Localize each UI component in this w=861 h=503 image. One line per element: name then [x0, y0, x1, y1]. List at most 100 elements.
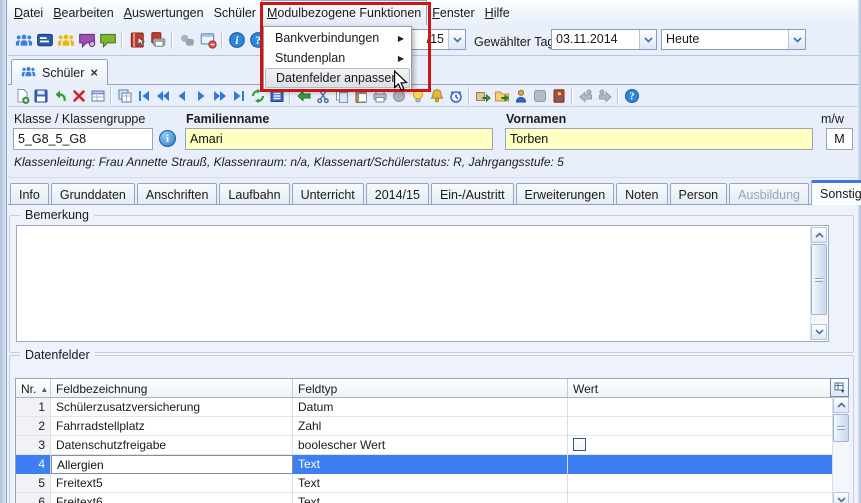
svg-text:?: ? [629, 91, 634, 102]
tab-erweiterungen[interactable]: Erweiterungen [516, 183, 615, 205]
last-record-icon[interactable] [229, 87, 248, 105]
quick-date-value: Heute [662, 30, 788, 49]
scroll-up-icon[interactable] [811, 227, 827, 243]
tab-info[interactable]: Info [10, 183, 49, 205]
table-row[interactable]: 6 Freitext6 Text [16, 493, 839, 503]
column-header-feldbezeichnung[interactable]: Feldbezeichnung [51, 379, 293, 397]
bemerkung-textarea[interactable] [16, 225, 829, 342]
tab-2014-15[interactable]: 2014/15 [366, 183, 429, 205]
familienname-input[interactable] [185, 128, 493, 150]
info-icon[interactable]: i [226, 30, 247, 50]
table-row[interactable]: 2 Fahrradstellplatz Zahl [16, 417, 839, 436]
document-tab-schueler[interactable]: Schüler × [11, 59, 108, 85]
date-combobox[interactable]: 03.11.2014 [551, 29, 657, 50]
document-tab-strip: Schüler × [8, 56, 858, 85]
next-icon[interactable] [191, 87, 210, 105]
cell-wert [568, 474, 839, 493]
import-folder-icon[interactable] [492, 87, 511, 105]
scroll-up-icon[interactable] [833, 397, 849, 413]
close-tab-icon[interactable]: × [90, 66, 98, 79]
cell-feldbezeichnung: Schülerzusatzversicherung [51, 398, 293, 417]
undo-icon[interactable] [50, 87, 69, 105]
cell-feldbezeichnung-editing[interactable]: Allergien [51, 455, 293, 474]
class-info-icon[interactable]: i [159, 130, 176, 147]
menu-hilfe[interactable]: Hilfe [480, 0, 515, 25]
teachers-icon[interactable] [55, 30, 76, 50]
combobox-arrow-icon[interactable] [639, 30, 656, 49]
message-badge-icon[interactable] [76, 30, 97, 50]
message-icon[interactable] [97, 30, 118, 50]
table-row[interactable]: 3 Datenschutzfreigabe boolescher Wert [16, 436, 839, 455]
tab-anschriften[interactable]: Anschriften [137, 183, 218, 205]
delete-icon[interactable] [69, 87, 88, 105]
table-row-selected[interactable]: 4 Allergien Text [16, 455, 839, 474]
column-header-feldtyp[interactable]: Feldtyp [293, 379, 568, 397]
quick-date-combobox[interactable]: Heute [661, 29, 806, 50]
tab-sonstiges[interactable]: Sonstiges [811, 180, 861, 205]
help-icon[interactable]: ? [622, 87, 641, 105]
fast-prior-icon[interactable] [153, 87, 172, 105]
cell-feldbezeichnung: Freitext5 [51, 474, 293, 493]
cell-feldbezeichnung: Freitext6 [51, 493, 293, 503]
menu-schueler[interactable]: Schüler [209, 0, 261, 25]
tab-ein-austritt[interactable]: Ein-/Austritt [431, 183, 514, 205]
export-icon[interactable] [473, 87, 492, 105]
cell-feldbezeichnung: Fahrradstellplatz [51, 417, 293, 436]
menu-auswertungen[interactable]: Auswertungen [119, 0, 209, 25]
menu-bearbeiten[interactable]: Bearbeiten [48, 0, 118, 25]
klasse-input[interactable] [13, 128, 153, 150]
fast-next-icon[interactable] [210, 87, 229, 105]
klasse-label: Klasse / Klassengruppe [14, 112, 145, 126]
report-book-icon[interactable] [126, 30, 147, 50]
toolbar-separator [221, 31, 223, 49]
students-icon[interactable] [13, 30, 34, 50]
menu-fenster[interactable]: Fenster [427, 0, 479, 25]
table-scrollbar[interactable] [832, 397, 849, 503]
menu-datei[interactable]: Datei [9, 0, 48, 25]
cell-feldbezeichnung: Datenschutzfreigabe [51, 436, 293, 455]
prior-icon[interactable] [172, 87, 191, 105]
window-close-icon[interactable] [197, 30, 218, 50]
cell-nr: 5 [16, 474, 51, 493]
wert-checkbox[interactable] [573, 438, 586, 451]
sort-ascending-icon: ▲ [40, 385, 48, 394]
tab-unterricht[interactable]: Unterricht [292, 183, 364, 205]
toolbar-separator [171, 31, 173, 49]
alarm-clock-icon[interactable] [446, 87, 465, 105]
datenfelder-groupbox: Datenfelder Nr.▲ Feldbezeichnung Feldtyp… [9, 355, 854, 503]
cell-nr: 1 [16, 398, 51, 417]
vornamen-input[interactable] [505, 128, 813, 150]
cell-feldtyp: Text [293, 493, 568, 503]
combobox-arrow-icon[interactable] [448, 30, 465, 49]
scrollbar-thumb[interactable] [833, 414, 849, 442]
student-photo-icon[interactable] [511, 87, 530, 105]
disabled-square-icon [530, 87, 549, 105]
table-row[interactable]: 1 Schülerzusatzversicherung Datum [16, 398, 839, 417]
cell-nr: 2 [16, 417, 51, 436]
classes-icon[interactable] [34, 30, 55, 50]
book-print-icon[interactable] [147, 30, 168, 50]
tab-person[interactable]: Person [670, 183, 728, 205]
table-row[interactable]: 5 Freitext5 Text [16, 474, 839, 493]
save-icon[interactable] [31, 87, 50, 105]
column-header-nr[interactable]: Nr.▲ [16, 379, 51, 397]
edit-grid-icon[interactable] [88, 87, 107, 105]
combobox-arrow-icon[interactable] [788, 30, 805, 49]
mw-input[interactable] [826, 128, 853, 150]
new-record-icon[interactable] [12, 87, 31, 105]
scroll-down-icon[interactable] [833, 492, 849, 503]
bemerkung-scrollbar[interactable] [810, 227, 827, 340]
cell-feldtyp: Zahl [293, 417, 568, 436]
column-header-wert[interactable]: Wert [568, 379, 839, 397]
address-book-icon[interactable] [549, 87, 568, 105]
tab-grunddaten[interactable]: Grunddaten [51, 183, 135, 205]
main-toolbar: i ? /15 Gewählter Tag 03.11.2014 Heute [8, 25, 858, 56]
column-picker-button[interactable] [830, 378, 849, 397]
copy-grid-icon[interactable] [115, 87, 134, 105]
cell-feldtyp: boolescher Wert [293, 436, 568, 455]
tab-laufbahn[interactable]: Laufbahn [219, 183, 289, 205]
scrollbar-thumb[interactable] [811, 244, 827, 315]
tab-noten[interactable]: Noten [616, 183, 667, 205]
scroll-down-icon[interactable] [811, 324, 827, 340]
first-record-icon[interactable] [134, 87, 153, 105]
